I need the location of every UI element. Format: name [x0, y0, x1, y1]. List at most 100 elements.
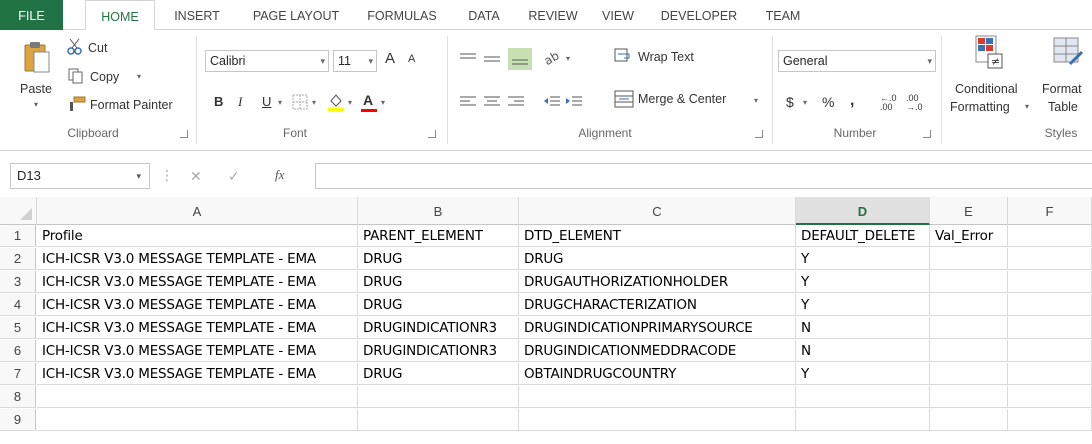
tab-formulas[interactable]: FORMULAS — [358, 0, 446, 30]
cell-a9[interactable] — [37, 409, 358, 431]
cell-d2[interactable]: Y — [796, 248, 930, 270]
align-right-icon[interactable] — [508, 96, 524, 111]
cell-b5[interactable]: DRUGINDICATIONR3 — [358, 317, 519, 339]
cell-f7[interactable] — [1008, 363, 1092, 385]
cell-a4[interactable]: ICH-ICSR V3.0 MESSAGE TEMPLATE - EMA — [37, 294, 358, 316]
cell-f6[interactable] — [1008, 340, 1092, 362]
name-box[interactable]: D13 ▾ — [10, 163, 150, 189]
copy-button[interactable]: Copy — [90, 70, 119, 84]
font-color-button[interactable]: A — [363, 92, 373, 108]
number-format-select[interactable]: General ▾ — [778, 50, 936, 72]
cell-f9[interactable] — [1008, 409, 1092, 431]
percent-button[interactable]: % — [822, 94, 834, 110]
merge-center-chevron-icon[interactable]: ▾ — [754, 96, 758, 105]
cell-c8[interactable] — [519, 386, 796, 408]
cut-button[interactable]: Cut — [88, 41, 107, 55]
cell-b2[interactable]: DRUG — [358, 248, 519, 270]
cell-f8[interactable] — [1008, 386, 1092, 408]
cell-f4[interactable] — [1008, 294, 1092, 316]
currency-button[interactable]: $ — [786, 94, 794, 110]
wrap-text-button[interactable]: Wrap Text — [638, 50, 694, 64]
tab-file[interactable]: FILE — [0, 0, 63, 30]
orientation-icon[interactable]: ab — [542, 48, 564, 69]
cancel-formula-button[interactable]: ✕ — [190, 168, 202, 185]
clipboard-launcher-icon[interactable] — [180, 130, 188, 138]
column-header-f[interactable]: F — [1008, 197, 1092, 225]
name-box-chevron-icon[interactable]: ▾ — [136, 164, 141, 188]
paste-dropdown-chevron-icon[interactable]: ▾ — [34, 100, 38, 109]
italic-button[interactable]: I — [238, 94, 242, 110]
row-header[interactable]: 6 — [0, 340, 36, 362]
cell-b9[interactable] — [358, 409, 519, 431]
font-name-select[interactable]: Calibri ▾ — [205, 50, 329, 72]
row-header[interactable]: 1 — [0, 225, 36, 247]
number-launcher-icon[interactable] — [923, 130, 931, 138]
row-header[interactable]: 9 — [0, 409, 36, 431]
merge-center-button[interactable]: Merge & Center — [638, 92, 726, 106]
cell-b8[interactable] — [358, 386, 519, 408]
borders-chevron-icon[interactable]: ▾ — [312, 98, 316, 107]
cell-e7[interactable] — [930, 363, 1008, 385]
cell-e3[interactable] — [930, 271, 1008, 293]
cell-d4[interactable]: Y — [796, 294, 930, 316]
align-bottom-icon[interactable] — [508, 48, 532, 70]
align-center-icon[interactable] — [484, 96, 500, 111]
column-header-d[interactable]: D — [796, 197, 930, 225]
cell-b3[interactable]: DRUG — [358, 271, 519, 293]
conditional-formatting-icon[interactable]: ≠ — [974, 34, 1004, 73]
cell-d5[interactable]: N — [796, 317, 930, 339]
underline-chevron-icon[interactable]: ▾ — [278, 98, 282, 107]
align-left-icon[interactable] — [460, 96, 476, 111]
alignment-launcher-icon[interactable] — [755, 130, 763, 138]
tab-review[interactable]: REVIEW — [522, 0, 584, 30]
copy-dropdown-chevron-icon[interactable]: ▾ — [137, 72, 141, 81]
cell-a7[interactable]: ICH-ICSR V3.0 MESSAGE TEMPLATE - EMA — [37, 363, 358, 385]
merge-center-icon[interactable] — [614, 90, 634, 111]
column-header-c[interactable]: C — [519, 197, 796, 225]
enter-formula-button[interactable]: ✓ — [228, 168, 240, 185]
cell-c2[interactable]: DRUG — [519, 248, 796, 270]
cell-a6[interactable]: ICH-ICSR V3.0 MESSAGE TEMPLATE - EMA — [37, 340, 358, 362]
cell-c4[interactable]: DRUGCHARACTERIZATION — [519, 294, 796, 316]
cell-c3[interactable]: DRUGAUTHORIZATIONHOLDER — [519, 271, 796, 293]
row-header[interactable]: 4 — [0, 294, 36, 316]
cell-e8[interactable] — [930, 386, 1008, 408]
conditional-formatting-label-2[interactable]: Formatting — [950, 100, 1010, 114]
cell-e2[interactable] — [930, 248, 1008, 270]
row-header[interactable]: 2 — [0, 248, 36, 270]
tab-data[interactable]: DATA — [459, 0, 509, 30]
fill-color-icon[interactable] — [327, 92, 345, 115]
format-painter-button[interactable]: Format Painter — [90, 98, 173, 112]
cell-c7[interactable]: OBTAINDRUGCOUNTRY — [519, 363, 796, 385]
decrease-indent-icon[interactable] — [544, 96, 560, 111]
cell-d3[interactable]: Y — [796, 271, 930, 293]
cell-c9[interactable] — [519, 409, 796, 431]
cell-b1[interactable]: PARENT_ELEMENT — [358, 225, 519, 247]
cell-b4[interactable]: DRUG — [358, 294, 519, 316]
cell-d6[interactable]: N — [796, 340, 930, 362]
cell-d1[interactable]: DEFAULT_DELETE — [796, 225, 930, 247]
cell-e6[interactable] — [930, 340, 1008, 362]
column-header-b[interactable]: B — [358, 197, 519, 225]
cell-e9[interactable] — [930, 409, 1008, 431]
format-painter-icon[interactable] — [68, 96, 86, 115]
cell-a8[interactable] — [37, 386, 358, 408]
font-launcher-icon[interactable] — [428, 130, 436, 138]
cell-b7[interactable]: DRUG — [358, 363, 519, 385]
borders-icon[interactable] — [292, 94, 308, 113]
wrap-text-icon[interactable] — [614, 48, 632, 67]
align-middle-icon[interactable] — [484, 52, 500, 69]
font-color-chevron-icon[interactable]: ▾ — [381, 98, 385, 107]
decrease-decimal-button[interactable]: .00 →.0 — [906, 94, 930, 112]
format-as-table-icon[interactable] — [1052, 36, 1084, 71]
cut-icon[interactable] — [66, 38, 84, 59]
cell-a2[interactable]: ICH-ICSR V3.0 MESSAGE TEMPLATE - EMA — [37, 248, 358, 270]
tab-view[interactable]: VIEW — [596, 0, 640, 30]
tab-insert[interactable]: INSERT — [166, 0, 228, 30]
orientation-chevron-icon[interactable]: ▾ — [566, 54, 570, 63]
increase-indent-icon[interactable] — [566, 96, 582, 111]
formula-input[interactable] — [315, 163, 1092, 189]
row-header[interactable]: 7 — [0, 363, 36, 385]
increase-decimal-button[interactable]: ←.0 .00 — [880, 94, 904, 112]
cell-f5[interactable] — [1008, 317, 1092, 339]
